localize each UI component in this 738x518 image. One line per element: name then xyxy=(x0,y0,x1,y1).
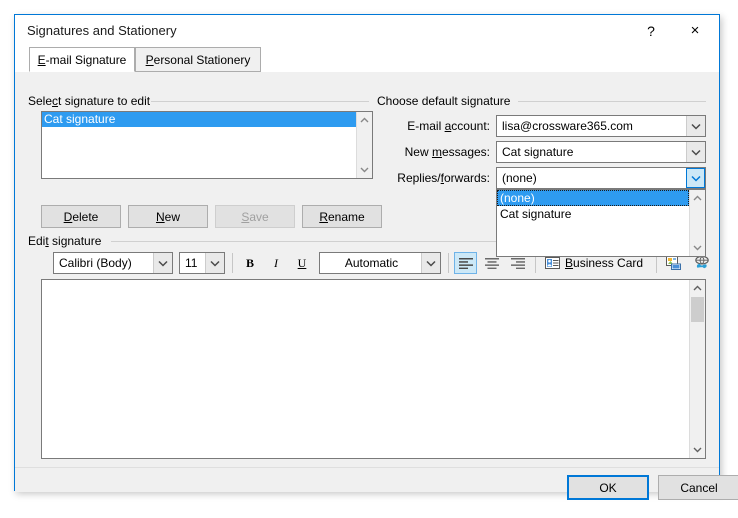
font-family-combobox[interactable]: Calibri (Body) xyxy=(53,252,173,274)
signatures-and-stationery-dialog: Signatures and Stationery ? × E-mail Sig… xyxy=(14,14,738,500)
toolbar-separator xyxy=(448,253,449,273)
dropdown-option-none[interactable]: (none) xyxy=(497,190,689,206)
align-left-icon xyxy=(458,257,473,269)
new-signature-button[interactable]: New xyxy=(128,205,208,228)
email-account-value: lisa@crossware365.com xyxy=(502,119,633,133)
replies-forwards-dropdown-list[interactable]: (none) Cat signature xyxy=(496,189,706,257)
email-account-label: E-mail account: xyxy=(407,119,490,133)
ok-button-label: OK xyxy=(599,480,617,495)
select-signature-rule xyxy=(151,101,369,102)
bold-icon: B xyxy=(245,255,254,270)
font-family-value: Calibri (Body) xyxy=(59,256,132,270)
toolbar-separator xyxy=(232,253,233,273)
close-icon: × xyxy=(690,22,700,39)
email-account-accel: a xyxy=(444,119,452,133)
new-accel: N xyxy=(155,209,165,224)
align-right-icon xyxy=(510,257,525,269)
replies-forwards-label: Replies/forwards: xyxy=(397,171,490,185)
tab-personal-stationery-accel: P xyxy=(145,52,154,67)
underline-button[interactable]: U xyxy=(291,252,313,274)
bold-button[interactable]: B xyxy=(239,252,261,274)
italic-icon: I xyxy=(274,255,278,270)
save-signature-button: Save xyxy=(215,205,295,228)
choose-default-group-label: Choose default signature xyxy=(377,94,517,108)
replies-forwards-value: (none) xyxy=(502,171,537,185)
align-left-button[interactable] xyxy=(454,252,477,274)
question-mark-icon: ? xyxy=(647,22,655,39)
rename-accel: R xyxy=(319,209,328,224)
scroll-down-icon[interactable] xyxy=(357,162,372,178)
dropdown-scrollbar[interactable] xyxy=(689,190,705,256)
title-bar: Signatures and Stationery ? × xyxy=(15,15,719,47)
save-accel: S xyxy=(241,209,250,224)
help-button[interactable]: ? xyxy=(629,15,673,46)
footer-separator xyxy=(15,467,719,468)
rename-signature-button[interactable]: Rename xyxy=(302,205,382,228)
business-card-icon xyxy=(545,257,560,269)
replies-forwards-accel: f xyxy=(440,171,444,185)
edit-signature-accel: t xyxy=(45,234,49,248)
new-messages-accel: m xyxy=(431,145,442,159)
dialog-body: Select signature to edit Cat signature D… xyxy=(15,72,738,500)
chevron-down-icon[interactable] xyxy=(686,142,705,162)
delete-accel: D xyxy=(63,209,73,224)
cancel-button-label: Cancel xyxy=(680,480,718,495)
tab-personal-stationery[interactable]: Personal Stationery xyxy=(135,47,261,72)
scrollbar-thumb[interactable] xyxy=(691,297,704,322)
chevron-down-icon[interactable] xyxy=(686,168,705,188)
new-messages-value: Cat signature xyxy=(502,145,574,159)
chevron-down-icon[interactable] xyxy=(153,253,172,273)
signature-listbox-scrollbar[interactable] xyxy=(356,112,372,178)
business-card-accel: B xyxy=(565,256,574,270)
select-signature-group-label: Select signature to edit xyxy=(28,94,157,108)
signature-listbox[interactable]: Cat signature xyxy=(41,111,373,179)
choose-default-rule xyxy=(518,101,706,102)
font-size-combobox[interactable]: 11 xyxy=(179,252,225,274)
tab-email-signature[interactable]: E-mail Signature xyxy=(29,47,135,72)
font-size-value: 11 xyxy=(185,256,198,270)
insert-picture-icon xyxy=(665,255,683,271)
dropdown-option-cat-signature[interactable]: Cat signature xyxy=(497,206,689,222)
chevron-down-icon[interactable] xyxy=(421,253,440,273)
ok-button[interactable]: OK xyxy=(567,475,649,500)
scroll-up-icon[interactable] xyxy=(357,112,372,128)
new-messages-combobox[interactable]: Cat signature xyxy=(496,141,706,163)
window-title: Signatures and Stationery xyxy=(27,23,177,38)
scroll-down-icon[interactable] xyxy=(690,240,705,256)
signature-editor-scrollbar[interactable] xyxy=(689,280,705,458)
email-account-combobox[interactable]: lisa@crossware365.com xyxy=(496,115,706,137)
replies-forwards-combobox[interactable]: (none) xyxy=(496,167,706,189)
chevron-down-icon[interactable] xyxy=(686,116,705,136)
scroll-up-icon[interactable] xyxy=(690,280,705,296)
italic-button[interactable]: I xyxy=(265,252,287,274)
tab-strip: E-mail Signature Personal Stationery xyxy=(15,47,719,104)
font-color-combobox[interactable]: Automatic xyxy=(319,252,441,274)
underline-icon: U xyxy=(297,255,307,270)
cancel-button[interactable]: Cancel xyxy=(658,475,738,500)
select-signature-accel: c xyxy=(52,94,59,108)
edit-signature-group-label: Edit signature xyxy=(28,234,108,248)
insert-hyperlink-icon xyxy=(693,255,711,271)
close-button[interactable]: × xyxy=(673,15,717,46)
chevron-down-icon[interactable] xyxy=(205,253,224,273)
new-messages-label: New messages: xyxy=(404,145,490,159)
font-color-value: Automatic xyxy=(344,256,399,270)
tab-email-signature-accel: E xyxy=(37,52,46,67)
align-center-icon xyxy=(484,257,499,269)
scroll-up-icon[interactable] xyxy=(690,190,705,206)
delete-signature-button[interactable]: Delete xyxy=(41,205,121,228)
list-item[interactable]: Cat signature xyxy=(42,112,372,127)
scroll-down-icon[interactable] xyxy=(690,442,705,458)
signature-editor[interactable] xyxy=(41,279,706,459)
